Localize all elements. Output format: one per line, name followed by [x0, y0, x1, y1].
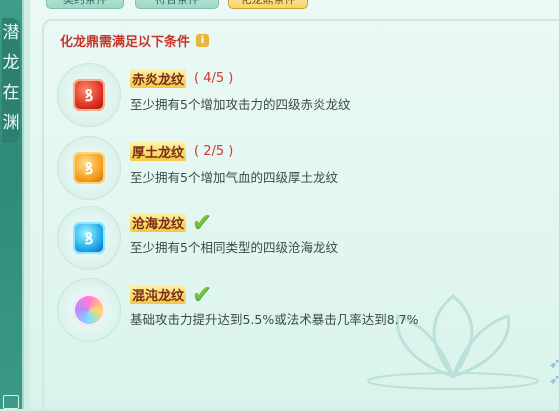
rainbow-gem-icon: [73, 294, 105, 326]
side-title-char: 渊: [2, 113, 20, 133]
condition-progress: ( 4/5 ): [194, 71, 234, 86]
orange-gem-icon: ꝸ: [73, 152, 105, 184]
condition-name: 赤炎龙纹: [130, 69, 187, 88]
condition-progress: ( 2/5 ): [194, 144, 234, 159]
condition-desc: 至少拥有5个相同类型的四级沧海龙纹: [130, 240, 338, 255]
condition-name: 混沌龙纹: [130, 284, 187, 304]
side-button[interactable]: [3, 395, 19, 409]
condition-row: ꝸ 厚土龙纹 ( 2/5 ) 至少拥有5个增加气血的四级厚土龙纹: [57, 136, 547, 204]
main-panel: 契约条件 符合条件 化龙鼎条件 ➶ ➶ 化龙鼎需满足以下条件 i ꝸ 赤炎龙纹 …: [30, 0, 559, 411]
red-gem-icon: ꝸ: [73, 79, 105, 111]
info-icon[interactable]: i: [196, 34, 210, 47]
tab-dragon-cauldron[interactable]: 化龙鼎条件: [228, 0, 308, 9]
gem-slot[interactable]: [57, 278, 121, 342]
bird-icon: ➶ ➶: [549, 356, 559, 388]
condition-name: 沧海龙纹: [130, 212, 187, 232]
conditions-header: 化龙鼎需满足以下条件 i: [60, 31, 210, 50]
condition-name: 厚土龙纹: [130, 142, 187, 161]
condition-desc: 至少拥有5个增加攻击力的四级赤炎龙纹: [130, 97, 351, 112]
side-title-char: 龙: [2, 53, 20, 73]
gem-slot[interactable]: ꝸ: [57, 63, 121, 127]
tab-contract[interactable]: 契约条件: [46, 0, 124, 9]
condition-row: ꝸ 沧海龙纹 ✔ 至少拥有5个相同类型的四级沧海龙纹: [57, 206, 547, 274]
side-title-strip: 潜 龙 在 渊: [0, 0, 24, 409]
condition-row: ꝸ 赤炎龙纹 ( 4/5 ) 至少拥有5个增加攻击力的四级赤炎龙纹: [57, 63, 547, 131]
side-title: 潜 龙 在 渊: [2, 18, 20, 143]
condition-desc: 至少拥有5个增加气血的四级厚土龙纹: [130, 170, 338, 185]
side-title-char: 在: [2, 83, 20, 103]
gem-slot[interactable]: ꝸ: [57, 206, 121, 270]
check-icon: ✔: [192, 280, 213, 308]
blue-gem-icon: ꝸ: [73, 222, 105, 254]
tab-qualified[interactable]: 符合条件: [135, 0, 219, 9]
condition-desc: 基础攻击力提升达到5.5%或法术暴击几率达到8.7%: [130, 312, 419, 327]
check-icon: ✔: [192, 208, 213, 236]
header-title: 化龙鼎需满足以下条件: [60, 35, 191, 50]
gem-slot[interactable]: ꝸ: [57, 136, 121, 200]
side-title-char: 潜: [2, 23, 20, 43]
condition-row: 混沌龙纹 ✔ 基础攻击力提升达到5.5%或法术暴击几率达到8.7%: [57, 278, 547, 346]
